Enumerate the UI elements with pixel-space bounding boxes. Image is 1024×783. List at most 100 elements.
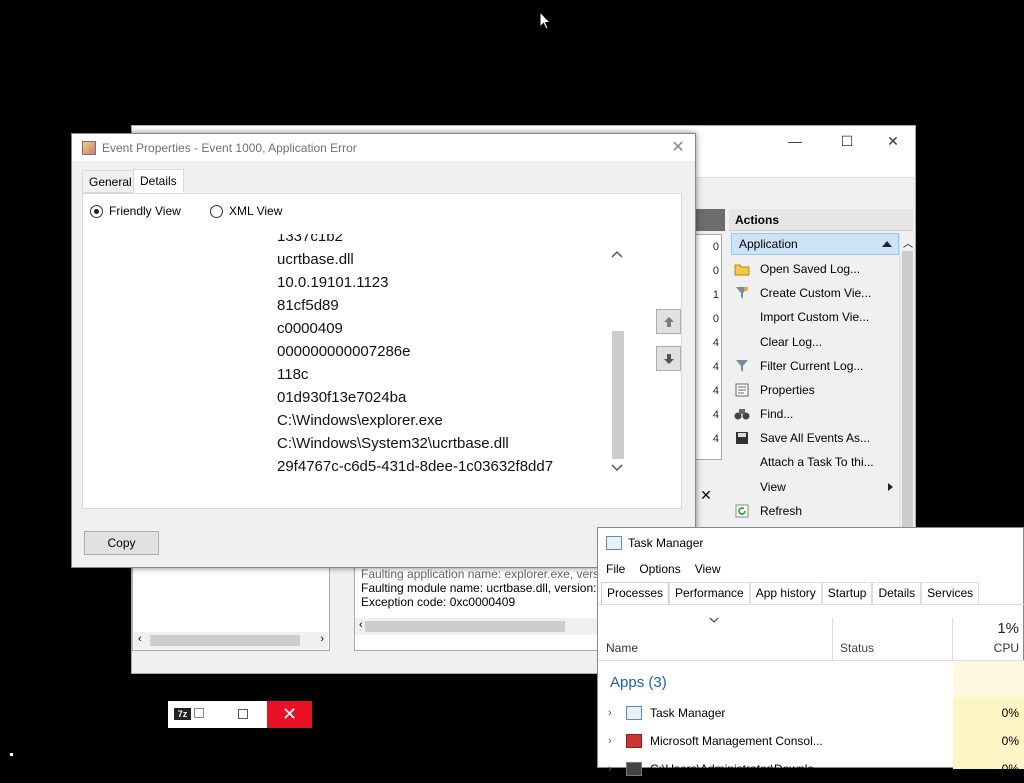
vertical-scrollbar[interactable]: ︿ bbox=[899, 233, 915, 529]
detail-line: Exception code: 0xc0000409 bbox=[361, 595, 516, 609]
tab-processes[interactable]: Processes bbox=[601, 582, 670, 604]
event-list-header bbox=[695, 209, 725, 231]
menu-view[interactable]: View bbox=[695, 562, 721, 576]
blank-icon bbox=[733, 334, 751, 350]
list-item: 4 bbox=[712, 409, 719, 421]
action-find[interactable]: Find... bbox=[733, 402, 901, 426]
list-item: 4 bbox=[712, 433, 719, 445]
dialog-close-button[interactable]: ✕ bbox=[667, 137, 689, 159]
scrollbar-thumb[interactable] bbox=[365, 621, 565, 632]
actions-section-label: Application bbox=[739, 237, 798, 251]
action-open-saved-log[interactable]: Open Saved Log... bbox=[733, 257, 901, 281]
column-divider[interactable] bbox=[952, 618, 953, 660]
action-label: Attach a Task To thi... bbox=[760, 455, 874, 469]
action-label: Open Saved Log... bbox=[760, 262, 861, 276]
list-item: 4 bbox=[712, 337, 719, 349]
action-properties[interactable]: Properties bbox=[733, 378, 901, 402]
list-item: 4 bbox=[712, 385, 719, 397]
collapse-triangle-icon[interactable] bbox=[882, 241, 892, 247]
action-view-submenu[interactable]: View bbox=[733, 475, 893, 499]
action-filter-current-log[interactable]: Filter Current Log... bbox=[733, 354, 901, 378]
friendly-view-radio[interactable]: Friendly View bbox=[90, 204, 181, 218]
scroll-right-icon[interactable]: › bbox=[320, 633, 324, 645]
actions-section-application[interactable]: Application bbox=[731, 233, 899, 255]
tab-details[interactable]: Details bbox=[872, 582, 922, 604]
action-save-all-events[interactable]: Save All Events As... bbox=[733, 426, 901, 450]
minimize-button[interactable]: — bbox=[772, 126, 818, 156]
detail-value: C:\Windows\System32\ucrtbase.dll bbox=[277, 435, 509, 452]
tab-performance[interactable]: Performance bbox=[669, 582, 750, 604]
horizontal-scrollbar[interactable]: ‹ › bbox=[134, 632, 328, 649]
task-manager-titlebar: Task Manager bbox=[598, 528, 1024, 558]
scroll-left-icon[interactable]: ‹ bbox=[359, 619, 363, 631]
event-details-content[interactable]: 1337c1b2 ucrtbase.dll 10.0.19101.1123 81… bbox=[99, 234, 609, 491]
maximize-button[interactable]: ☐ bbox=[824, 126, 870, 156]
action-label: Save All Events As... bbox=[760, 431, 871, 445]
tab-startup[interactable]: Startup bbox=[821, 582, 873, 604]
event-properties-app-icon bbox=[82, 140, 96, 155]
tab-details[interactable]: Details bbox=[133, 169, 184, 193]
process-row[interactable]: › Microsoft Management Consol... 0% bbox=[598, 727, 1024, 755]
previous-event-button[interactable] bbox=[656, 309, 681, 334]
group-header-apps[interactable]: Apps (3) bbox=[610, 674, 667, 691]
blank-icon bbox=[733, 454, 751, 470]
action-create-custom-view[interactable]: Create Custom Vie... bbox=[733, 281, 901, 305]
xml-view-radio[interactable]: XML View bbox=[210, 204, 282, 218]
detail-value: C:\Windows\explorer.exe bbox=[277, 412, 443, 429]
action-import-custom-view[interactable]: Import Custom Vie... bbox=[733, 305, 901, 329]
event-detail-preview: Faulting application name: explorer.exe,… bbox=[354, 566, 599, 651]
expand-chevron-icon[interactable]: › bbox=[608, 707, 618, 719]
tab-app-history[interactable]: App history bbox=[749, 582, 822, 604]
sort-chevron-icon[interactable] bbox=[708, 616, 720, 624]
action-refresh[interactable]: Refresh bbox=[733, 499, 901, 523]
action-label: Refresh bbox=[760, 504, 803, 518]
detail-value: 29f4767c-c6d5-431d-8dee-1c03632f8dd7 bbox=[277, 458, 554, 475]
expand-chevron-icon[interactable]: › bbox=[608, 763, 618, 775]
action-attach-task[interactable]: Attach a Task To thi... bbox=[733, 450, 901, 474]
action-label: View bbox=[760, 480, 786, 494]
process-row[interactable]: › C:\Users\Administrator\Downlo... 0% bbox=[598, 755, 1024, 783]
scroll-up-icon[interactable] bbox=[611, 250, 623, 258]
action-label: Clear Log... bbox=[760, 335, 823, 349]
close-preview-icon[interactable]: ✕ bbox=[698, 487, 714, 503]
vertical-scrollbar[interactable] bbox=[609, 234, 626, 491]
minimized-7zip-window[interactable]: 7z ✕ bbox=[168, 701, 312, 728]
menu-file[interactable]: File bbox=[606, 562, 625, 576]
copy-button[interactable]: Copy bbox=[84, 531, 159, 555]
maximize-icon[interactable] bbox=[238, 709, 248, 719]
tab-services[interactable]: Services bbox=[921, 582, 980, 604]
list-item: 0 bbox=[712, 265, 719, 277]
event-list[interactable]: 0 0 1 0 4 4 4 4 4 bbox=[694, 234, 722, 460]
list-item: 1 bbox=[712, 289, 719, 301]
detail-value: 10.0.19101.1123 bbox=[277, 274, 389, 291]
scrollbar-thumb[interactable] bbox=[612, 331, 624, 459]
list-item: 4 bbox=[712, 361, 719, 373]
submenu-arrow-icon bbox=[888, 483, 893, 491]
scrollbar-thumb[interactable] bbox=[902, 251, 913, 529]
tab-general[interactable]: General bbox=[82, 170, 139, 193]
expand-chevron-icon[interactable]: › bbox=[608, 735, 618, 747]
scroll-up-icon[interactable]: ︿ bbox=[903, 235, 913, 250]
menu-options[interactable]: Options bbox=[639, 562, 680, 576]
column-name[interactable]: Name bbox=[606, 641, 638, 655]
restore-icon[interactable] bbox=[194, 708, 204, 718]
column-status[interactable]: Status bbox=[840, 641, 874, 655]
scroll-left-icon[interactable]: ‹ bbox=[138, 633, 142, 645]
scrollbar-thumb[interactable] bbox=[150, 635, 300, 646]
details-tab-page: Friendly View XML View 1337c1b2 ucrtbase… bbox=[82, 193, 682, 509]
task-manager-title: Task Manager bbox=[628, 536, 704, 550]
task-manager-icon bbox=[626, 706, 642, 720]
detail-value: 000000000007286e bbox=[277, 343, 411, 360]
process-name: Task Manager bbox=[650, 706, 726, 720]
column-divider[interactable] bbox=[832, 618, 833, 660]
column-cpu[interactable]: CPU bbox=[974, 641, 1019, 655]
horizontal-scrollbar[interactable]: ‹ bbox=[355, 618, 600, 635]
close-button[interactable]: ✕ bbox=[870, 126, 916, 156]
blank-icon bbox=[733, 309, 751, 325]
next-event-button[interactable] bbox=[656, 346, 681, 371]
7zip-icon: 7z bbox=[174, 708, 191, 720]
close-button[interactable]: ✕ bbox=[267, 701, 312, 728]
process-row[interactable]: › Task Manager 0% bbox=[598, 699, 1024, 727]
action-clear-log[interactable]: Clear Log... bbox=[733, 330, 901, 354]
scroll-down-icon[interactable] bbox=[611, 464, 623, 472]
